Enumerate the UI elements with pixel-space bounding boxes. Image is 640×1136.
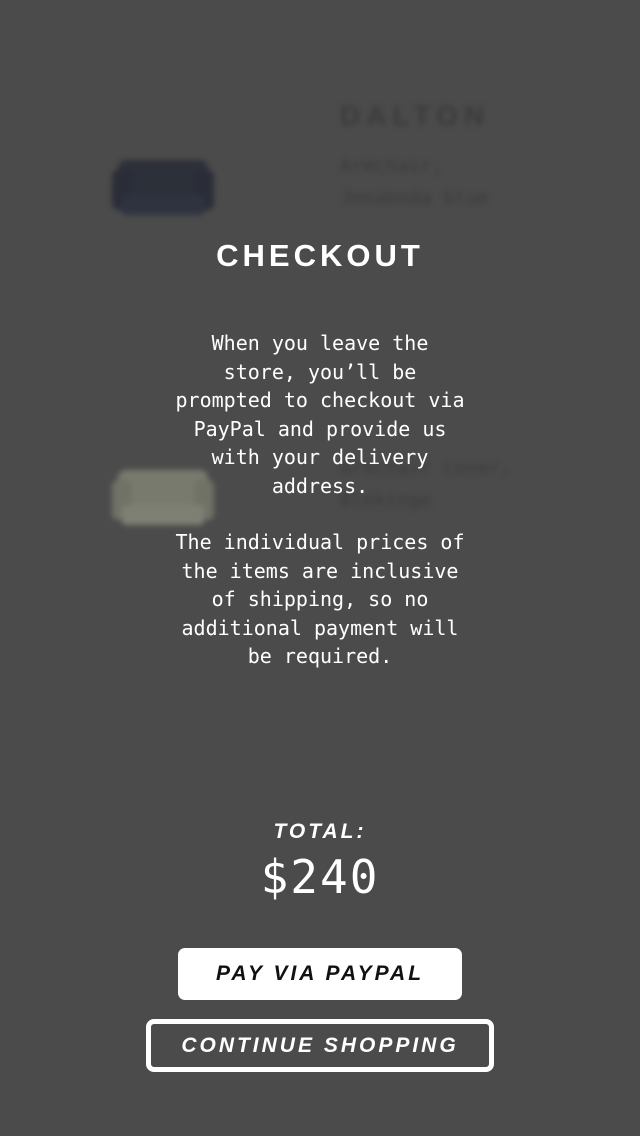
total-value: $240 <box>260 850 380 904</box>
continue-shopping-button[interactable]: CONTINUE SHOPPING <box>146 1019 494 1072</box>
checkout-overlay: CHECKOUT When you leave the store, you’l… <box>0 0 640 1136</box>
total-label: TOTAL: <box>273 820 367 843</box>
checkout-info-paragraph: When you leave the store, you’ll be prom… <box>175 331 465 498</box>
shipping-info-paragraph: The individual prices of the items are i… <box>175 530 465 668</box>
pay-via-paypal-button[interactable]: PAY VIA PAYPAL <box>178 948 462 1000</box>
checkout-screen: DALTON Armchair, Jonaboda blue Armchair … <box>0 0 640 1136</box>
checkout-title: CHECKOUT <box>216 238 424 273</box>
